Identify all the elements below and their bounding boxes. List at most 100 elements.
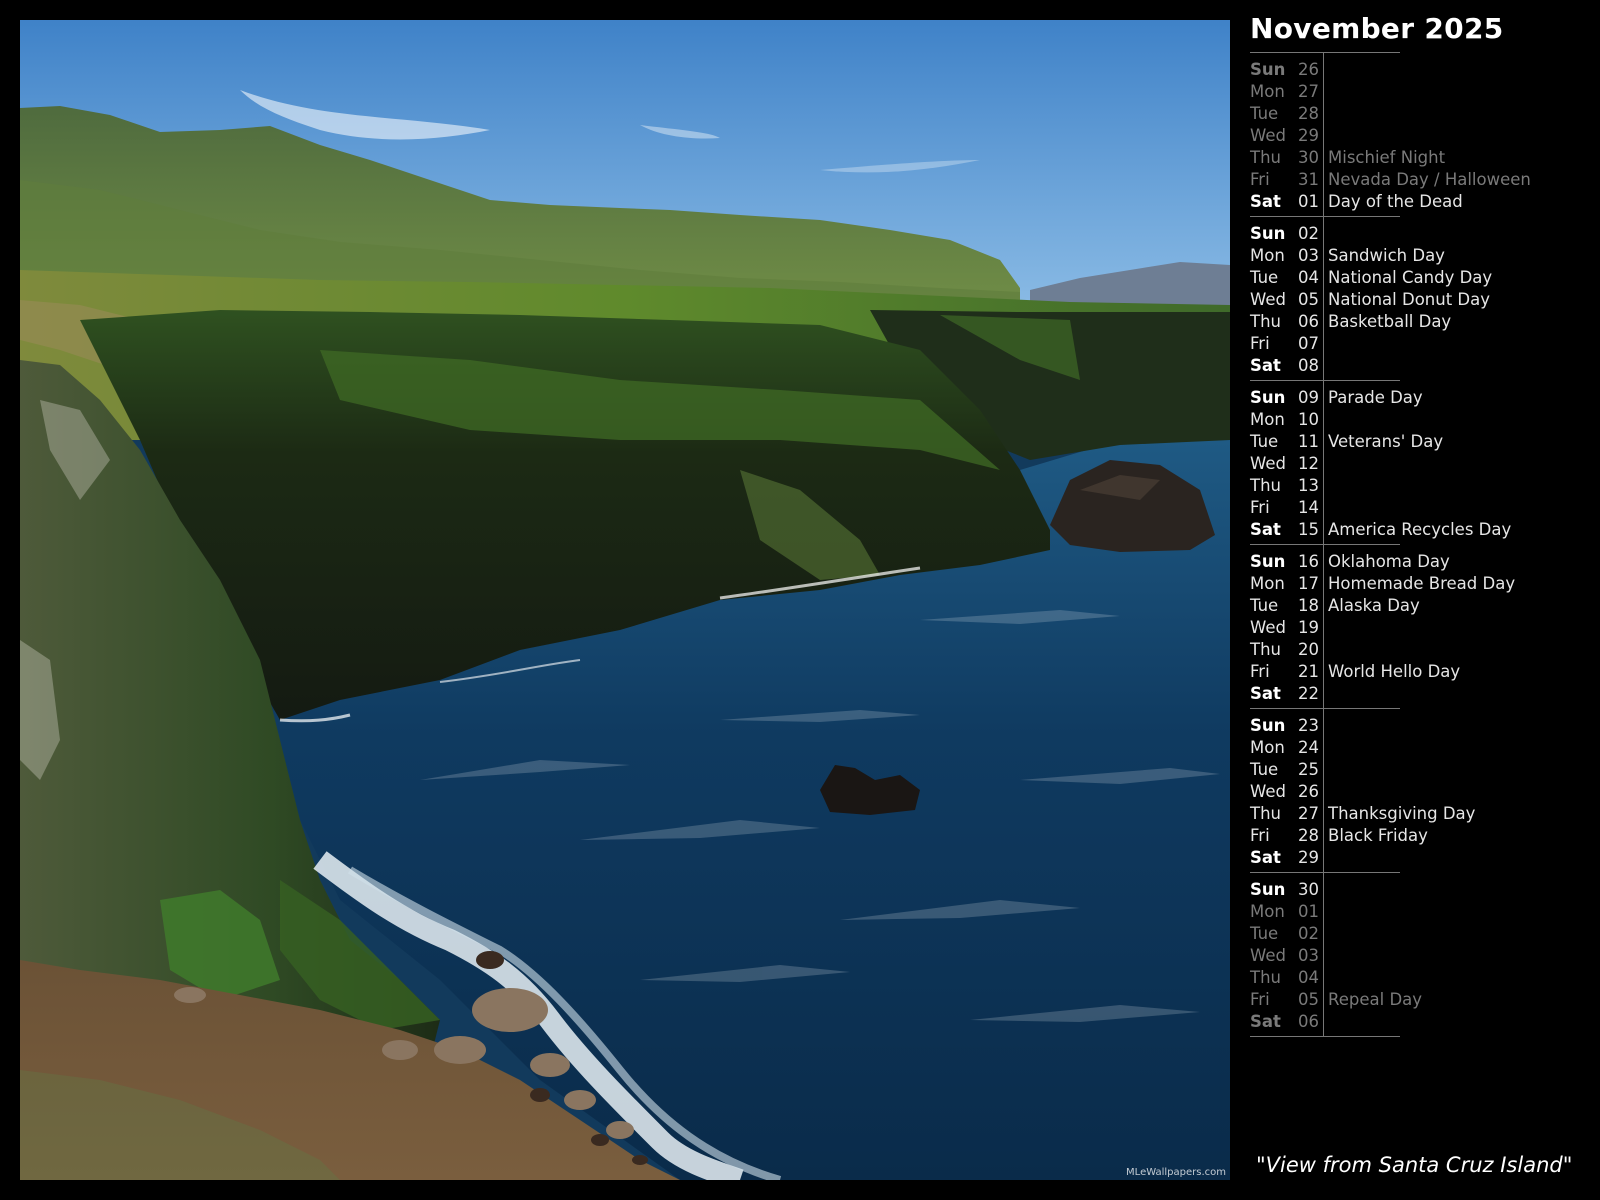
calendar-day-row: Thu 04 bbox=[1250, 967, 1400, 989]
day-number: 04 bbox=[1298, 268, 1319, 287]
calendar-day-row: Thu 20 bbox=[1250, 639, 1400, 661]
calendar-day-row: Wed 29 bbox=[1250, 125, 1400, 147]
holiday-label: Homemade Bread Day bbox=[1328, 574, 1516, 593]
day-name: Mon bbox=[1250, 82, 1285, 101]
day-name: Thu bbox=[1250, 148, 1281, 167]
day-number: 27 bbox=[1298, 804, 1319, 823]
day-number: 01 bbox=[1298, 902, 1319, 921]
calendar-day-row: Sun 09 Parade Day bbox=[1250, 387, 1423, 409]
holiday-label: Repeal Day bbox=[1328, 990, 1423, 1009]
calendar-day-row: Mon 17 Homemade Bread Day bbox=[1250, 573, 1515, 595]
calendar-day-row: Thu 30 Mischief Night bbox=[1250, 147, 1445, 169]
day-number: 05 bbox=[1298, 990, 1319, 1009]
holiday-label: Basketball Day bbox=[1328, 312, 1452, 331]
calendar-day-row: Sat 06 bbox=[1250, 1011, 1400, 1033]
day-name: Fri bbox=[1250, 170, 1270, 189]
day-number: 15 bbox=[1298, 520, 1319, 539]
calendar-day-row: Fri 07 bbox=[1250, 333, 1400, 355]
calendar-day-row: Wed 05 National Donut Day bbox=[1250, 289, 1490, 311]
day-name: Sat bbox=[1250, 520, 1281, 539]
calendar-day-row: Sat 08 bbox=[1250, 355, 1400, 377]
day-number: 20 bbox=[1298, 640, 1319, 659]
calendar-day-row: Wed 12 bbox=[1250, 453, 1400, 475]
day-number: 04 bbox=[1298, 968, 1319, 987]
day-name: Wed bbox=[1250, 454, 1286, 473]
calendar-day-row: Fri 31 Nevada Day / Halloween bbox=[1250, 169, 1531, 191]
day-number: 31 bbox=[1298, 170, 1319, 189]
holiday-label: Veterans' Day bbox=[1328, 432, 1444, 451]
holiday-label: Day of the Dead bbox=[1328, 192, 1463, 211]
holiday-label: Oklahoma Day bbox=[1328, 552, 1450, 571]
calendar-week: Sun 16 Oklahoma Day Mon 17 Homemade Bread Day… bbox=[1250, 545, 1515, 709]
day-name: Tue bbox=[1250, 104, 1279, 123]
calendar-day-row: Mon 27 bbox=[1250, 81, 1400, 103]
day-name: Wed bbox=[1250, 618, 1286, 637]
day-name: Sat bbox=[1250, 192, 1281, 211]
day-name: Sun bbox=[1250, 388, 1286, 407]
day-number: 03 bbox=[1298, 246, 1319, 265]
day-name: Wed bbox=[1250, 126, 1286, 145]
calendar-title: November 2025 bbox=[1250, 12, 1504, 45]
day-name: Thu bbox=[1250, 476, 1281, 495]
day-number: 30 bbox=[1298, 880, 1319, 899]
calendar-day-row: Wed 03 bbox=[1250, 945, 1400, 967]
calendar-day-row: Tue 25 bbox=[1250, 759, 1400, 781]
day-name: Thu bbox=[1250, 968, 1281, 987]
day-number: 29 bbox=[1298, 848, 1319, 867]
calendar-day-row: Sun 26 bbox=[1250, 59, 1400, 81]
calendar-day-row: Mon 24 bbox=[1250, 737, 1400, 759]
calendar-grid: Sun 26 Mon 27 Tue 28 Wed 29 Thu 30 Mischief Night F… bbox=[1250, 52, 1531, 1037]
holiday-label: World Hello Day bbox=[1328, 662, 1461, 681]
day-name: Sat bbox=[1250, 684, 1281, 703]
day-number: 30 bbox=[1298, 148, 1319, 167]
day-number: 12 bbox=[1298, 454, 1319, 473]
day-name: Tue bbox=[1250, 432, 1279, 451]
calendar-week: Sun 23 Mon 24 Tue 25 Wed 26 Thu 27 Thanksgiving Da… bbox=[1250, 709, 1475, 873]
calendar-day-row: Thu 27 Thanksgiving Day bbox=[1250, 803, 1475, 825]
photo-illustration bbox=[20, 20, 1230, 1180]
day-name: Sun bbox=[1250, 224, 1286, 243]
holiday-label: America Recycles Day bbox=[1328, 520, 1512, 539]
calendar-day-row: Mon 01 bbox=[1250, 901, 1400, 923]
day-number: 01 bbox=[1298, 192, 1319, 211]
day-number: 07 bbox=[1298, 334, 1319, 353]
calendar-day-row: Sat 29 bbox=[1250, 847, 1400, 869]
day-number: 19 bbox=[1298, 618, 1319, 637]
calendar-day-row: Sun 30 bbox=[1250, 879, 1400, 901]
day-number: 05 bbox=[1298, 290, 1319, 309]
calendar-day-row: Tue 04 National Candy Day bbox=[1250, 267, 1492, 289]
day-name: Fri bbox=[1250, 662, 1270, 681]
day-name: Sat bbox=[1250, 848, 1281, 867]
calendar-day-row: Sat 22 bbox=[1250, 683, 1400, 705]
calendar-day-row: Tue 28 bbox=[1250, 103, 1400, 125]
calendar-day-row: Mon 10 bbox=[1250, 409, 1400, 431]
day-name: Thu bbox=[1250, 312, 1281, 331]
calendar-day-row: Fri 14 bbox=[1250, 497, 1400, 519]
holiday-label: Nevada Day / Halloween bbox=[1328, 170, 1531, 189]
calendar-day-row: Mon 03 Sandwich Day bbox=[1250, 245, 1445, 267]
calendar-day-row: Tue 18 Alaska Day bbox=[1250, 595, 1420, 617]
day-number: 23 bbox=[1298, 716, 1319, 735]
day-name: Tue bbox=[1250, 596, 1279, 615]
day-name: Mon bbox=[1250, 738, 1285, 757]
holiday-label: National Donut Day bbox=[1328, 290, 1491, 309]
holiday-label: Parade Day bbox=[1328, 388, 1423, 407]
calendar-day-row: Fri 05 Repeal Day bbox=[1250, 989, 1422, 1011]
day-name: Fri bbox=[1250, 990, 1270, 1009]
day-name: Fri bbox=[1250, 498, 1270, 517]
calendar-day-row: Thu 13 bbox=[1250, 475, 1400, 497]
day-number: 02 bbox=[1298, 224, 1319, 243]
day-number: 26 bbox=[1298, 782, 1319, 801]
day-name: Sun bbox=[1250, 716, 1286, 735]
day-number: 11 bbox=[1298, 432, 1319, 451]
day-name: Fri bbox=[1250, 826, 1270, 845]
day-name: Sun bbox=[1250, 60, 1286, 79]
day-number: 16 bbox=[1298, 552, 1319, 571]
day-name: Sun bbox=[1250, 552, 1286, 571]
day-number: 02 bbox=[1298, 924, 1319, 943]
day-name: Thu bbox=[1250, 804, 1281, 823]
calendar-week: Sun 30 Mon 01 Tue 02 Wed 03 Thu 04 Fri 05 Repeal Day… bbox=[1250, 873, 1422, 1037]
calendar-day-row: Sun 02 bbox=[1250, 223, 1400, 245]
holiday-label: Black Friday bbox=[1328, 826, 1428, 845]
day-name: Wed bbox=[1250, 782, 1286, 801]
